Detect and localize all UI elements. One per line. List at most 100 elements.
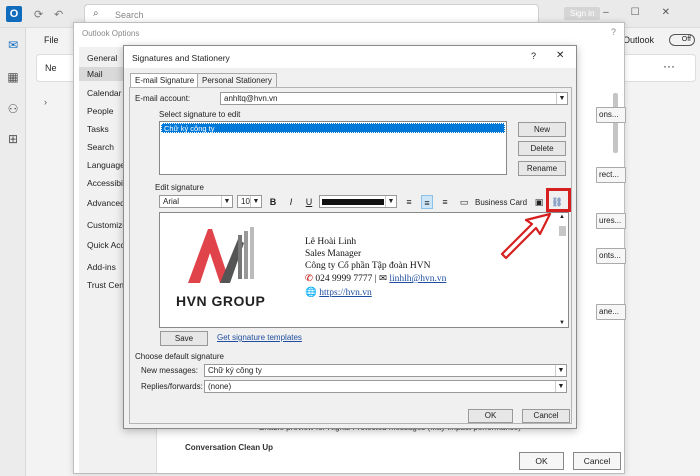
new-messages-label: New messages: (141, 366, 198, 375)
signatures-title: Signatures and Stationery (132, 53, 230, 63)
sync-icon[interactable]: ⟳ (34, 8, 43, 21)
signature-list[interactable]: Chữ ký công ty (159, 121, 507, 175)
business-card-button[interactable]: Business Card (475, 198, 527, 207)
tab-email-signature[interactable]: E-mail Signature (130, 73, 200, 88)
outlook-logo-icon: O (6, 6, 22, 22)
bold-button[interactable]: B (267, 195, 279, 209)
align-right-icon[interactable]: ≡ (439, 195, 451, 209)
search-box[interactable]: ⌕ Search (84, 4, 539, 24)
new-outlook-toggle[interactable]: Off (669, 34, 695, 46)
font-color-select[interactable]: ▼ (319, 195, 397, 208)
nav-quick-access[interactable]: Quick Acc (87, 240, 125, 250)
new-messages-select[interactable]: Chữ ký công ty ▼ (204, 364, 567, 377)
signature-name: Lê Hoài Linh (305, 237, 357, 247)
expand-chevron-icon[interactable]: › (44, 97, 47, 107)
signatures-cancel-button[interactable]: Cancel (522, 409, 570, 423)
edit-signature-label: Edit signature (155, 183, 204, 192)
options-side-button-5[interactable]: ane... (596, 304, 626, 320)
replies-select[interactable]: (none) ▼ (204, 380, 567, 393)
tab-personal-stationery[interactable]: Personal Stationery (197, 73, 277, 87)
font-size-value: 10 (241, 197, 250, 206)
more-options-icon[interactable]: ··· (663, 59, 675, 73)
options-side-button-3[interactable]: ures... (596, 213, 626, 229)
chevron-down-icon: ▼ (556, 93, 567, 104)
save-signature-button[interactable]: Save (160, 331, 208, 346)
business-card-icon: ▭ (459, 197, 469, 207)
new-signature-button[interactable]: New (518, 122, 566, 137)
options-side-button-2[interactable]: rect... (596, 167, 626, 183)
font-color-swatch (322, 199, 384, 205)
signature-position: Sales Manager (305, 249, 362, 259)
align-center-icon[interactable]: ≡ (421, 195, 433, 209)
list-item[interactable]: Chữ ký công ty (161, 123, 505, 133)
italic-button[interactable]: I (285, 195, 297, 209)
nav-general[interactable]: General (87, 53, 117, 63)
options-help-icon[interactable]: ? (611, 27, 616, 37)
signatures-ok-button[interactable]: OK (468, 409, 513, 423)
insert-picture-icon[interactable]: ▣ (533, 195, 545, 209)
file-tab[interactable]: File (44, 35, 59, 45)
scroll-down-icon[interactable]: ▼ (559, 320, 565, 326)
nav-accessibility[interactable]: Accessibili (87, 178, 127, 188)
nav-advanced[interactable]: Advanced (87, 198, 125, 208)
email-icon: ✉ (379, 274, 387, 284)
chevron-down-icon: ▼ (555, 365, 566, 376)
search-input[interactable]: Search (115, 10, 144, 20)
pointer-arrow-icon (500, 212, 552, 260)
new-email-button[interactable]: Ne (45, 63, 57, 73)
people-icon[interactable]: ⚇ (5, 102, 21, 118)
logo-text: HVN GROUP (176, 293, 266, 309)
scroll-thumb[interactable] (559, 226, 566, 236)
help-icon[interactable]: ? (531, 51, 536, 61)
mail-icon[interactable]: ✉ (5, 38, 21, 54)
nav-add-ins[interactable]: Add-ins (87, 262, 116, 272)
signatures-titlebar: Signatures and Stationery ? ✕ (124, 46, 576, 68)
chevron-down-icon: ▼ (385, 196, 396, 207)
font-size-select[interactable]: 10 ▼ (237, 195, 262, 208)
nav-tasks[interactable]: Tasks (87, 124, 109, 134)
chevron-down-icon: ▼ (221, 196, 232, 207)
chevron-down-icon: ▼ (555, 381, 566, 392)
nav-search[interactable]: Search (87, 142, 114, 152)
globe-icon: 🌐 (305, 288, 317, 298)
align-left-icon[interactable]: ≡ (403, 195, 415, 209)
options-side-button-4[interactable]: onts... (596, 248, 626, 264)
close-icon[interactable]: ✕ (556, 50, 564, 61)
font-select[interactable]: Arial ▼ (159, 195, 233, 208)
sign-in-button[interactable]: Sign in (564, 7, 601, 20)
outlook-toggle-label: Outlook (623, 35, 655, 45)
chevron-down-icon: ▼ (250, 196, 261, 207)
options-ok-button[interactable]: OK (519, 452, 564, 470)
calendar-icon[interactable]: ▦ (5, 70, 21, 86)
replies-label: Replies/forwards: (141, 382, 203, 391)
signature-phone: 024 9999 7777 (315, 274, 373, 284)
rename-signature-button[interactable]: Rename (518, 161, 566, 176)
email-account-value: anhltq@hvn.vn (224, 94, 278, 103)
options-scrollbar[interactable] (613, 93, 618, 153)
new-messages-value: Chữ ký công ty (208, 366, 262, 375)
email-account-label: E-mail account: (135, 94, 191, 103)
signature-email-link[interactable]: linhlh@hvn.vn (389, 274, 446, 284)
options-side-button-1[interactable]: ons... (596, 107, 626, 123)
delete-signature-button[interactable]: Delete (518, 141, 566, 156)
underline-button[interactable]: U (303, 195, 315, 209)
options-section-heading: Conversation Clean Up (185, 443, 274, 452)
window-controls[interactable]: –☐✕ (603, 7, 692, 18)
nav-calendar[interactable]: Calendar (87, 88, 122, 98)
choose-default-label: Choose default signature (135, 352, 224, 361)
select-signature-label: Select signature to edit (159, 110, 241, 119)
signature-website-link[interactable]: https://hvn.vn (319, 288, 372, 298)
replies-value: (none) (208, 382, 232, 391)
apps-icon[interactable]: ⊞ (5, 132, 21, 148)
editor-scrollbar[interactable]: ▲ ▼ (558, 214, 567, 326)
scroll-up-icon[interactable]: ▲ (559, 214, 565, 220)
separator: | (374, 274, 377, 284)
options-cancel-button[interactable]: Cancel (573, 452, 621, 470)
nav-language[interactable]: Language (87, 160, 125, 170)
nav-people[interactable]: People (87, 106, 113, 116)
highlight-box (546, 188, 571, 212)
undo-icon[interactable]: ↶ (54, 8, 63, 21)
email-account-select[interactable]: anhltq@hvn.vn ▼ (220, 92, 568, 105)
signature-templates-link[interactable]: Get signature templates (217, 333, 302, 342)
nav-customize[interactable]: Customize (87, 220, 127, 230)
